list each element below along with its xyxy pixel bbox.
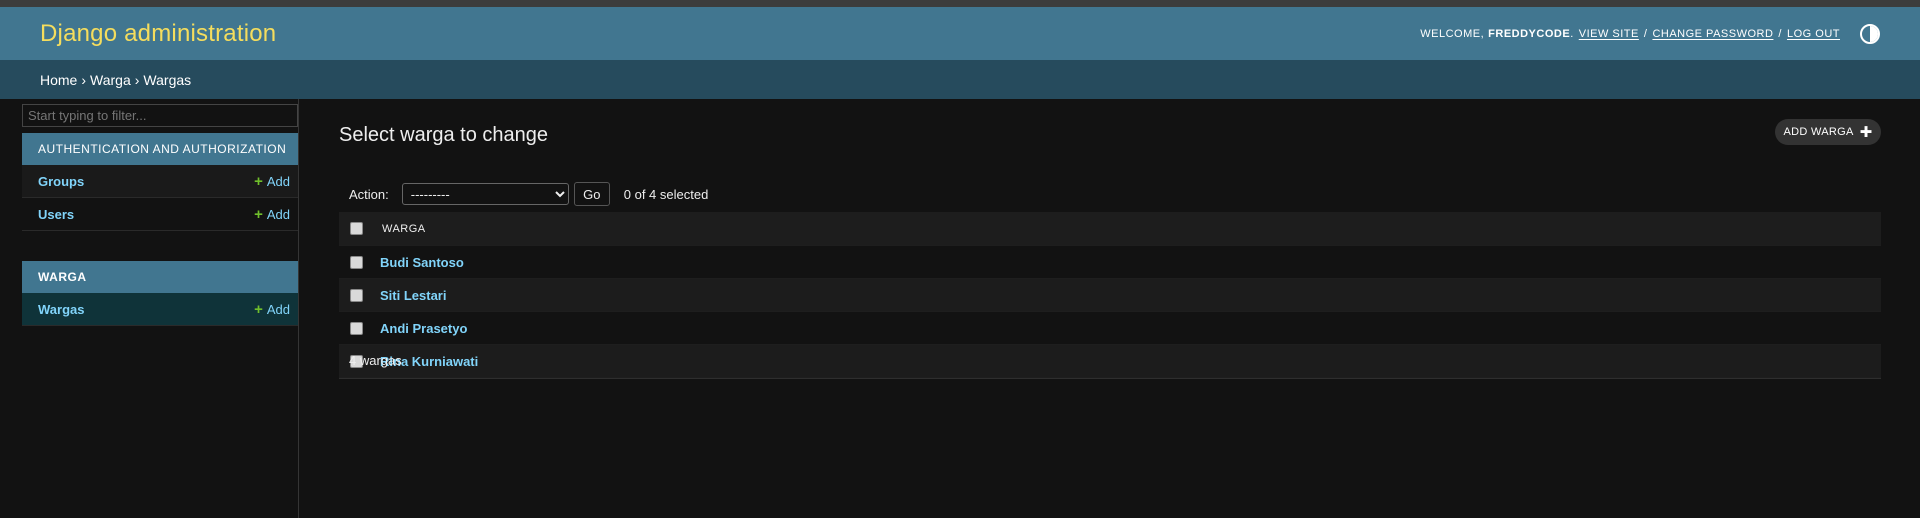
breadcrumb-separator: ›: [134, 71, 140, 88]
add-label: Add: [266, 301, 290, 317]
row-checkbox[interactable]: [350, 288, 363, 302]
add-label: Add: [266, 173, 290, 189]
table-header-row: Warga: [339, 212, 1881, 246]
row-link[interactable]: Budi Santoso: [380, 255, 464, 270]
username: FreddyCode: [1488, 27, 1571, 40]
select-all-checkbox[interactable]: [350, 222, 363, 235]
breadcrumb: Home › Warga › Wargas: [0, 60, 1920, 99]
paginator: 4 wargas: [339, 343, 1881, 379]
header: Django administration Welcome, FreddyCod…: [0, 7, 1920, 60]
separator: /: [1778, 27, 1782, 40]
sidebar-item-wargas: Wargas + Add: [22, 293, 298, 326]
sidebar-item-users: Users + Add: [22, 198, 298, 231]
row-link[interactable]: Andi Prasetyo: [380, 321, 467, 336]
table-row: Budi Santoso: [339, 246, 1881, 279]
table-row: Siti Lestari: [339, 279, 1881, 312]
nav-sidebar: Authentication and Authorization Groups …: [22, 99, 299, 518]
column-header-warga[interactable]: Warga: [382, 223, 426, 235]
breadcrumb-current: Wargas: [143, 71, 192, 88]
browser-top-strip: [0, 0, 1920, 7]
add-user-link[interactable]: + Add: [254, 207, 290, 222]
user-tools: Welcome, FreddyCode . View site / Change…: [1420, 23, 1880, 44]
page-title: Select warga to change: [339, 124, 549, 146]
welcome-text: Welcome,: [1420, 27, 1485, 40]
plus-icon: ✚: [1859, 124, 1873, 141]
breadcrumb-home[interactable]: Home: [40, 72, 77, 88]
sidebar-item-label[interactable]: Users: [38, 207, 74, 222]
sidebar-item-label[interactable]: Wargas: [38, 302, 84, 317]
add-warga-button[interactable]: Add warga ✚: [1775, 119, 1881, 145]
go-button[interactable]: Go: [573, 182, 610, 206]
sidebar-item-groups: Groups + Add: [22, 165, 298, 198]
breadcrumb-app[interactable]: Warga: [90, 72, 131, 88]
welcome-period: .: [1570, 27, 1574, 40]
plus-icon: +: [254, 205, 263, 223]
row-checkbox[interactable]: [350, 255, 363, 269]
action-select[interactable]: ---------: [401, 183, 569, 205]
breadcrumb-separator: ›: [81, 71, 87, 88]
add-group-link[interactable]: + Add: [254, 174, 290, 189]
module-caption-auth[interactable]: Authentication and Authorization: [22, 133, 298, 165]
change-password-link[interactable]: Change password: [1652, 28, 1773, 40]
table-row: Andi Prasetyo: [339, 312, 1881, 345]
module-caption-warga[interactable]: Warga: [22, 261, 298, 293]
theme-toggle-icon[interactable]: [1860, 23, 1880, 44]
nav-filter-input[interactable]: [22, 104, 298, 127]
separator: /: [1643, 27, 1648, 40]
add-button-label: Add warga: [1783, 126, 1854, 138]
add-label: Add: [266, 206, 290, 222]
row-link[interactable]: Siti Lestari: [380, 288, 446, 303]
view-site-link[interactable]: View site: [1579, 28, 1639, 40]
plus-icon: +: [254, 172, 263, 190]
add-warga-link[interactable]: + Add: [254, 302, 290, 317]
log-out-link[interactable]: Log out: [1787, 28, 1840, 40]
sidebar-item-label[interactable]: Groups: [38, 174, 84, 189]
action-label: Action:: [349, 186, 389, 202]
site-branding[interactable]: Django administration: [40, 20, 276, 48]
action-counter: 0 of 4 selected: [623, 186, 709, 202]
plus-icon: +: [254, 300, 263, 318]
row-checkbox[interactable]: [350, 321, 363, 335]
actions-bar: Action: --------- Go 0 of 4 selected: [339, 175, 1881, 213]
